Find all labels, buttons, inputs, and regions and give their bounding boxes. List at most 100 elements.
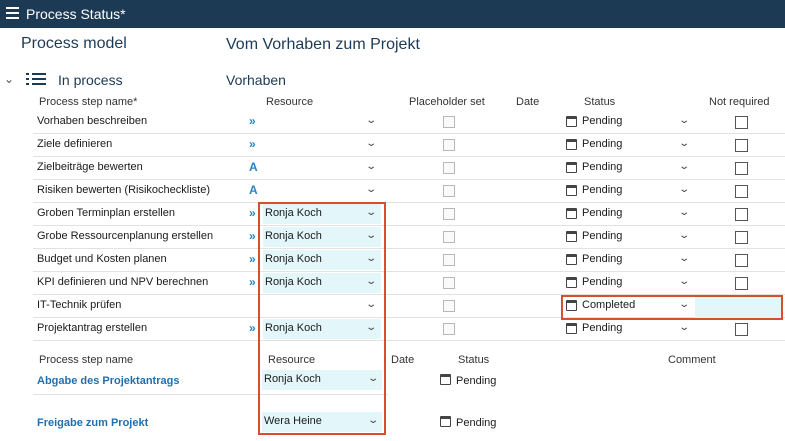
process-step-row: KPI definieren und NPV berechnen» Ronja K…	[33, 272, 785, 295]
column-header-not-required: Not required	[709, 96, 770, 108]
calendar-icon[interactable]	[440, 416, 451, 427]
process-step-row: Risiken bewerten (Risikocheckliste) A ⌄ Pen…	[33, 180, 785, 203]
step-name: Projektantrag erstellen	[37, 322, 148, 334]
resource-highlight-box	[258, 202, 386, 435]
status-value: Pending	[582, 207, 623, 219]
status-chevron-down-icon[interactable]: ⌄	[678, 276, 690, 287]
placeholder-checkbox[interactable]	[443, 185, 455, 197]
placeholder-checkbox[interactable]	[443, 208, 455, 220]
status-chevron-down-icon[interactable]: ⌄	[678, 253, 690, 264]
calendar-icon[interactable]	[566, 254, 577, 265]
list-icon	[26, 72, 46, 86]
step-name: IT-Technik prüfen	[37, 299, 122, 311]
step-marker[interactable]: »	[249, 252, 256, 266]
milestone-header-status: Status	[458, 354, 490, 366]
resource-select[interactable]: ⌄	[263, 181, 381, 201]
placeholder-checkbox[interactable]	[443, 139, 455, 151]
placeholder-checkbox[interactable]	[443, 277, 455, 289]
milestone-name-link[interactable]: Abgabe des Projektantrags	[37, 375, 179, 387]
process-model-name: Vom Vorhaben zum Projekt	[226, 36, 420, 53]
calendar-icon[interactable]	[440, 374, 451, 385]
status-value: Pending	[582, 230, 623, 242]
status-value: Pending	[582, 322, 623, 334]
process-step-row: Ziele definieren » ⌄ Pending ⌄	[33, 134, 785, 157]
status-value: Pending	[582, 253, 623, 265]
not-required-checkbox[interactable]	[735, 139, 748, 152]
phase-status: In process	[58, 72, 123, 88]
step-marker[interactable]: »	[249, 206, 256, 220]
hamburger-menu-icon[interactable]	[6, 7, 19, 19]
calendar-icon[interactable]	[566, 162, 577, 173]
resource-select[interactable]: ⌄	[263, 112, 381, 132]
step-name: Grobe Ressourcenplanung erstellen	[37, 230, 214, 242]
not-required-checkbox[interactable]	[735, 231, 748, 244]
placeholder-checkbox[interactable]	[443, 323, 455, 335]
step-marker[interactable]: »	[249, 114, 256, 128]
placeholder-checkbox[interactable]	[443, 300, 455, 312]
step-name: Budget und Kosten planen	[37, 253, 167, 265]
placeholder-checkbox[interactable]	[443, 231, 455, 243]
not-required-checkbox[interactable]	[735, 323, 748, 336]
column-header-placeholder: Placeholder set	[409, 96, 485, 108]
status-value: Pending	[582, 184, 623, 196]
step-marker[interactable]: A	[249, 160, 258, 174]
status-chevron-down-icon[interactable]: ⌄	[678, 161, 690, 172]
column-header-date: Date	[516, 96, 540, 108]
calendar-icon[interactable]	[566, 139, 577, 150]
process-step-row: Groben Terminplan erstellen» Ronja Koch ⌄ P…	[33, 203, 785, 226]
step-name: Risiken bewerten (Risikocheckliste)	[37, 184, 211, 196]
chevron-down-icon: ⌄	[364, 138, 377, 149]
not-required-checkbox[interactable]	[735, 254, 748, 267]
chevron-down-icon: ⌄	[364, 184, 377, 195]
status-chevron-down-icon[interactable]: ⌄	[678, 115, 690, 126]
calendar-icon[interactable]	[566, 323, 577, 334]
step-marker[interactable]: »	[249, 275, 256, 289]
milestone-name-link[interactable]: Freigabe zum Projekt	[37, 417, 148, 429]
window-title: Process Status*	[26, 6, 126, 22]
not-required-checkbox[interactable]	[735, 277, 748, 290]
step-marker[interactable]: »	[249, 137, 256, 151]
not-required-checkbox[interactable]	[735, 162, 748, 175]
calendar-icon[interactable]	[566, 277, 577, 288]
status-chevron-down-icon[interactable]: ⌄	[678, 138, 690, 149]
not-required-checkbox[interactable]	[735, 185, 748, 198]
step-marker[interactable]: »	[249, 229, 256, 243]
step-name: Groben Terminplan erstellen	[37, 207, 175, 219]
title-bar: Process Status*	[0, 0, 785, 28]
step-marker[interactable]: A	[249, 183, 258, 197]
step-marker[interactable]: »	[249, 321, 256, 335]
milestone-status: Pending	[456, 417, 497, 429]
status-value: Pending	[582, 276, 623, 288]
column-header-step-name: Process step name*	[39, 96, 138, 108]
process-step-row: Grobe Ressourcenplanung erstellen» Ronja …	[33, 226, 785, 249]
calendar-icon[interactable]	[566, 208, 577, 219]
status-chevron-down-icon[interactable]: ⌄	[678, 322, 690, 333]
phase-name: Vorhaben	[226, 72, 286, 88]
status-chevron-down-icon[interactable]: ⌄	[678, 184, 690, 195]
step-name: KPI definieren und NPV berechnen	[37, 276, 209, 288]
calendar-icon[interactable]	[566, 116, 577, 127]
placeholder-checkbox[interactable]	[443, 116, 455, 128]
resource-select[interactable]: ⌄	[263, 135, 381, 155]
step-name: Vorhaben beschreiben	[37, 115, 148, 127]
status-chevron-down-icon[interactable]: ⌄	[678, 207, 690, 218]
calendar-icon[interactable]	[566, 185, 577, 196]
status-value: Pending	[582, 161, 623, 173]
column-header-resource: Resource	[266, 96, 314, 108]
calendar-icon[interactable]	[566, 231, 577, 242]
chevron-down-icon: ⌄	[364, 161, 377, 172]
process-step-row: Projektantrag erstellen» Ronja Koch ⌄ Pendi…	[33, 318, 785, 341]
chevron-down-icon: ⌄	[364, 115, 377, 126]
column-header-status: Status	[584, 96, 616, 108]
process-model-label: Process model	[21, 35, 127, 52]
status-chevron-down-icon[interactable]: ⌄	[678, 230, 690, 241]
placeholder-checkbox[interactable]	[443, 162, 455, 174]
not-required-checkbox[interactable]	[735, 208, 748, 221]
placeholder-checkbox[interactable]	[443, 254, 455, 266]
status-value: Pending	[582, 138, 623, 150]
collapse-chevron-icon[interactable]: ⌄	[4, 72, 14, 86]
resource-select[interactable]: ⌄	[263, 158, 381, 178]
not-required-checkbox[interactable]	[735, 116, 748, 129]
status-value: Pending	[582, 115, 623, 127]
process-step-row: Budget und Kosten planen» Ronja Koch ⌄ Pend…	[33, 249, 785, 272]
